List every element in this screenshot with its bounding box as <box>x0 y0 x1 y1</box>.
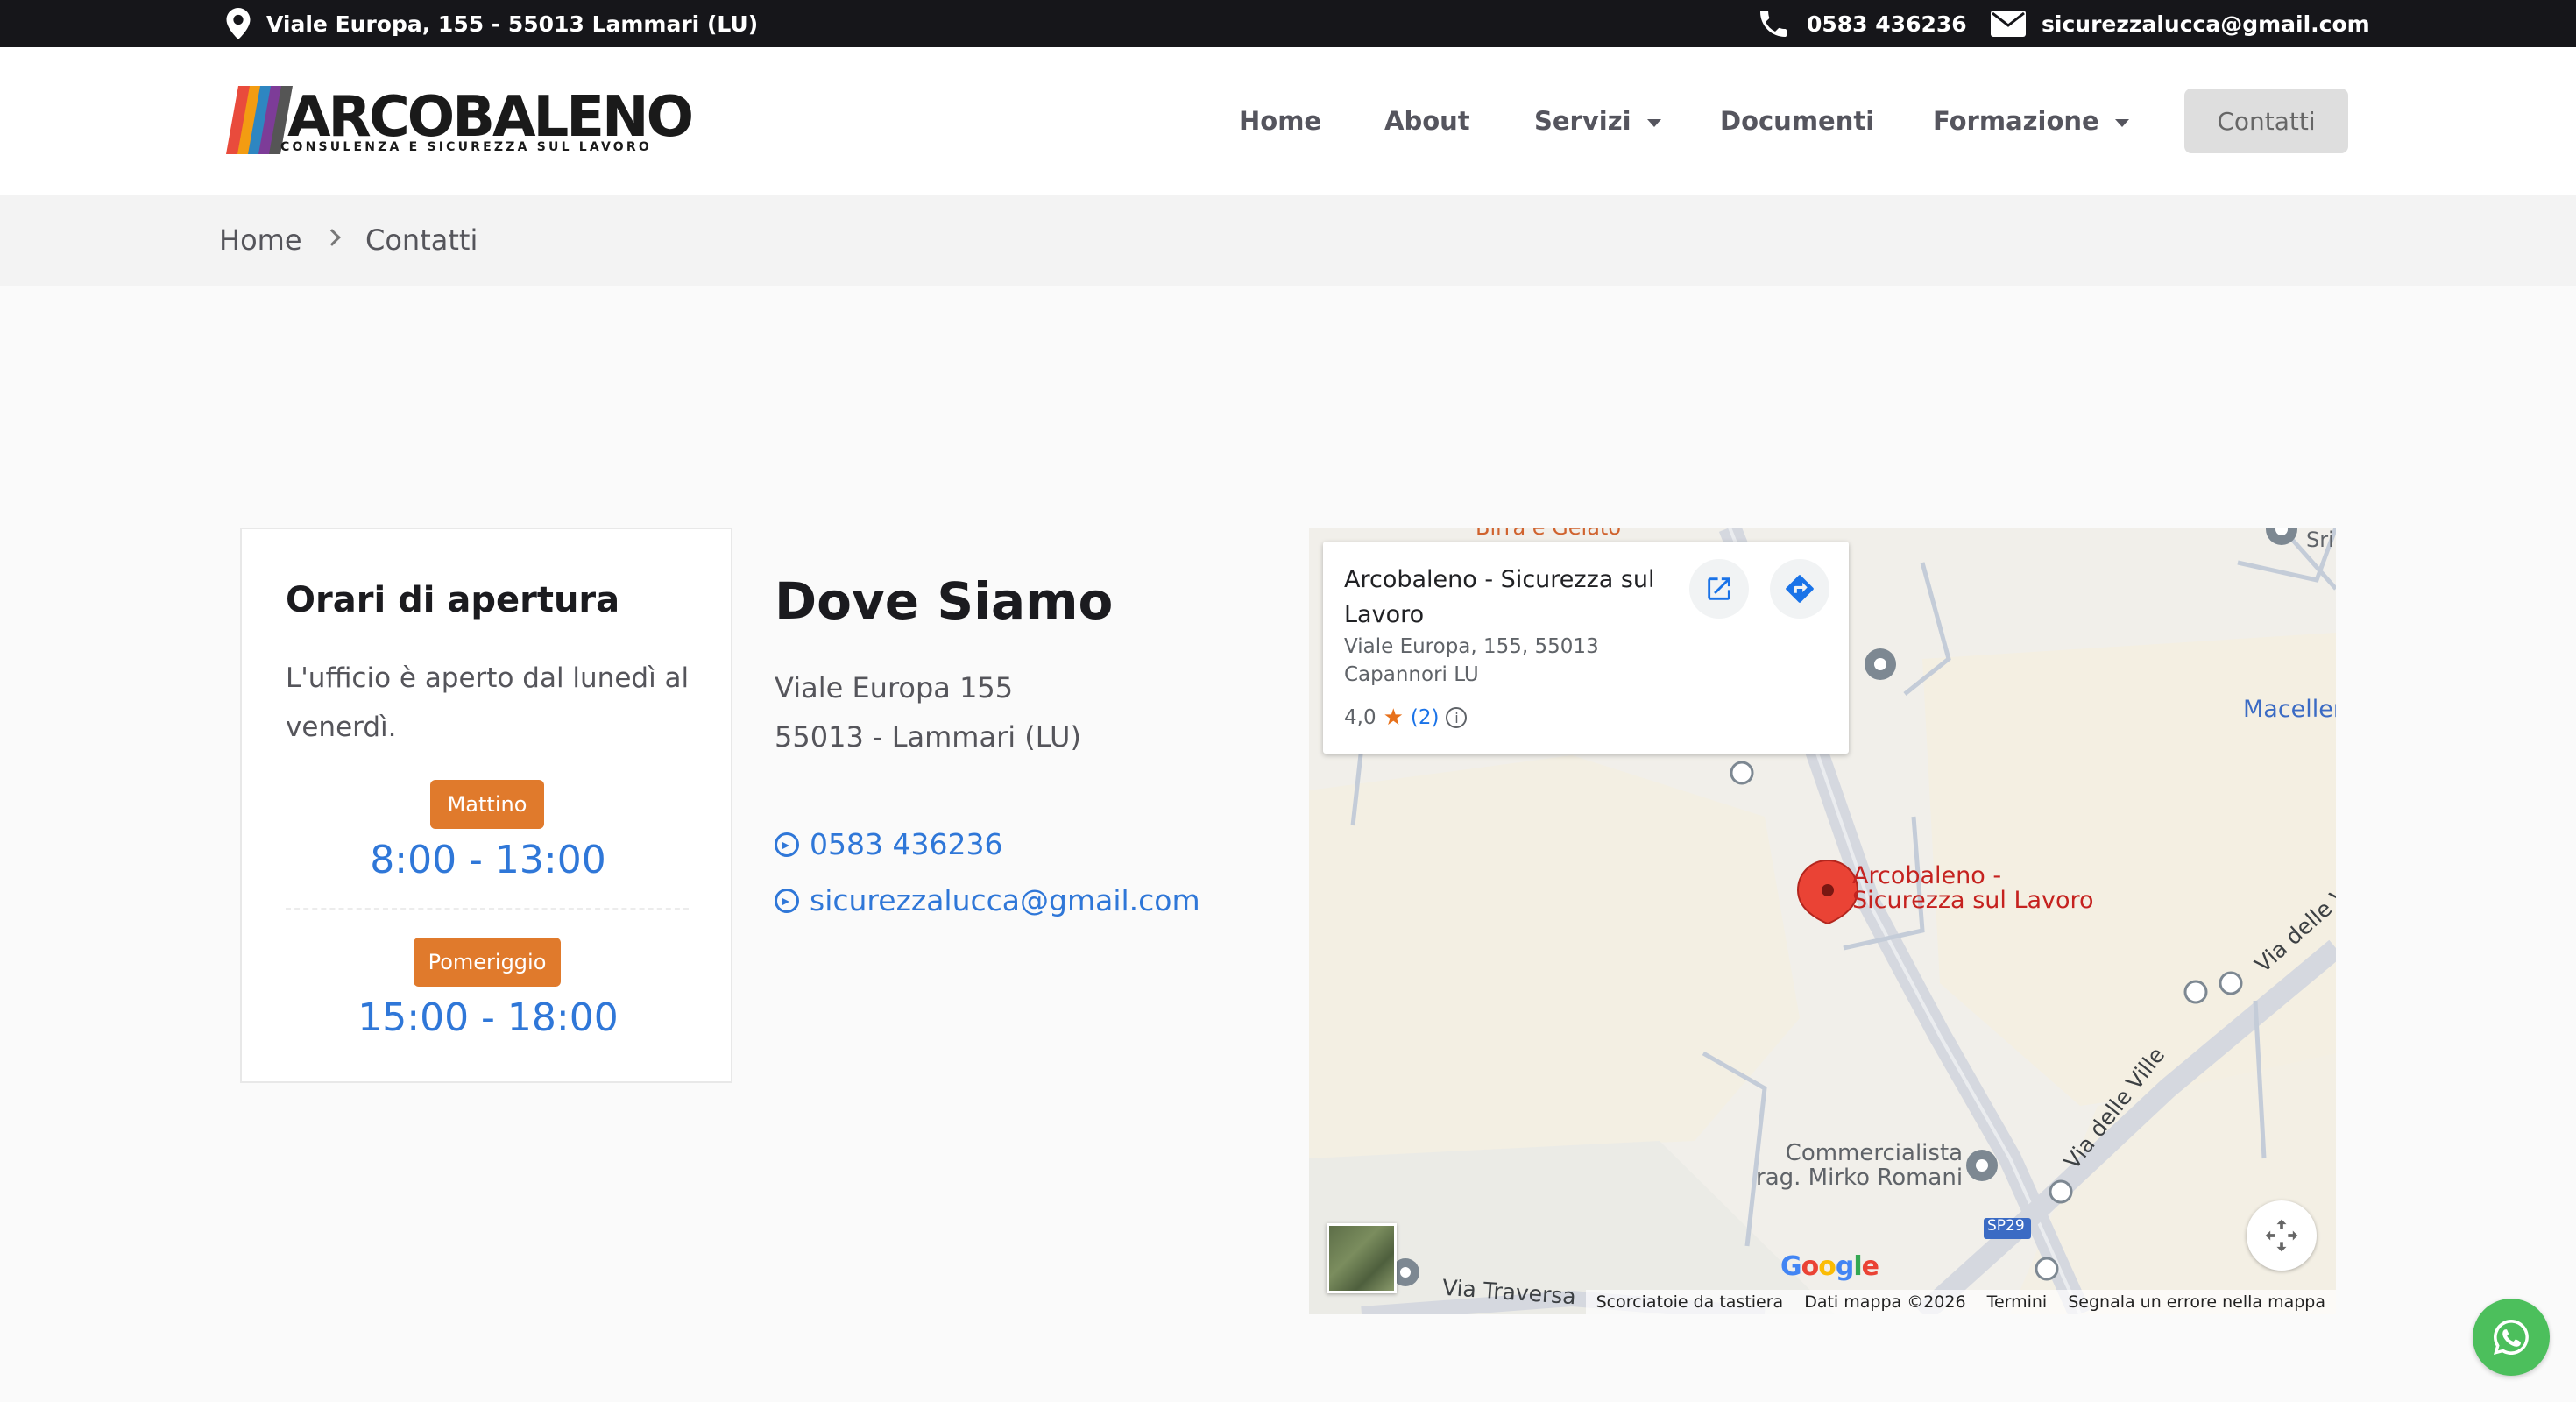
location-street: Viale Europa 155 <box>775 671 1014 705</box>
nav-documenti[interactable]: Documenti <box>1720 47 1874 195</box>
poi-macelleria[interactable]: Maceller <box>2243 696 2336 723</box>
nav-servizi-label: Servizi <box>1534 106 1631 136</box>
nav-formazione[interactable]: Formazione <box>1933 47 2129 195</box>
morning-time: 8:00 - 13:00 <box>370 838 606 882</box>
marker-label-line2: Sicurezza sul Lavoro <box>1852 887 2094 914</box>
topbar-address: Viale Europa, 155 - 55013 Lammari (LU) <box>226 0 758 47</box>
marker-label: Arcobaleno - Sicurezza sul Lavoro <box>1852 864 2094 913</box>
info-icon[interactable]: i <box>1446 707 1468 728</box>
chevron-down-icon <box>1646 118 1661 127</box>
marker-label-line1: Arcobaleno - <box>1852 862 2002 889</box>
google-logo: Google <box>1780 1251 1879 1282</box>
topbar-address-text: Viale Europa, 155 - 55013 Lammari (LU) <box>266 11 759 37</box>
breadcrumb: Home Contatti <box>0 195 2576 286</box>
location-email-text: sicurezzalucca@gmail.com <box>810 883 1200 917</box>
nav-about[interactable]: About <box>1384 47 1470 195</box>
directions-button[interactable] <box>1770 559 1829 619</box>
road-sign-sp29: SP29 <box>1987 1217 2025 1235</box>
hours-description: L'ufficio è aperto dal lunedì al venerdì… <box>286 662 690 743</box>
nav-about-label: About <box>1384 106 1470 136</box>
afternoon-badge: Pomeriggio <box>414 938 561 987</box>
star-icon: ★ <box>1383 705 1404 731</box>
topbar-phone[interactable]: 0583 436236 <box>1756 0 1967 47</box>
arrow-circle-icon <box>775 832 799 857</box>
satellite-toggle[interactable] <box>1327 1223 1397 1293</box>
whatsapp-icon <box>2494 1320 2529 1355</box>
fullscreen-button[interactable] <box>2247 1200 2317 1271</box>
breadcrumb-current: Contatti <box>365 223 478 257</box>
open-in-maps-button[interactable] <box>1689 559 1749 619</box>
location-email-link[interactable]: sicurezzalucca@gmail.com <box>775 883 1200 917</box>
poi-commercialista[interactable]: Commercialista rag. Mirko Romani <box>1756 1141 1963 1190</box>
phone-icon <box>1760 11 1787 37</box>
location-phone-text: 0583 436236 <box>810 827 1003 861</box>
review-count-link[interactable]: (2) <box>1411 706 1440 729</box>
hours-divider <box>286 908 689 910</box>
envelope-icon <box>1991 11 2026 37</box>
afternoon-time: 15:00 - 18:00 <box>357 995 619 1040</box>
nav-home[interactable]: Home <box>1239 47 1321 195</box>
opening-hours-card: Orari di apertura L'ufficio è aperto dal… <box>240 528 732 1083</box>
nav-documenti-label: Documenti <box>1720 106 1875 136</box>
nav-servizi[interactable]: Servizi <box>1534 47 1661 195</box>
poi-commercialista-line1: Commercialista <box>1785 1140 1964 1166</box>
place-address: Viale Europa, 155, 55013 Capannori LU <box>1344 635 1599 686</box>
place-rating: 4,0 ★ (2) i <box>1344 705 1468 731</box>
contatti-button[interactable]: Contatti <box>2184 89 2348 153</box>
top-info-bar: Viale Europa, 155 - 55013 Lammari (LU) 0… <box>0 0 2576 47</box>
location-phone-link[interactable]: 0583 436236 <box>775 827 1002 861</box>
report-error-link[interactable]: Segnala un errore nella mappa <box>2068 1292 2325 1312</box>
nav-home-label: Home <box>1239 106 1322 136</box>
page: Viale Europa, 155 - 55013 Lammari (LU) 0… <box>0 0 2576 1402</box>
map-data-text: Dati mappa ©2026 <box>1804 1292 1966 1312</box>
nav-formazione-label: Formazione <box>1933 106 2099 136</box>
fullscreen-icon <box>2265 1219 2298 1252</box>
directions-icon <box>1786 575 1814 603</box>
chevron-down-icon <box>2114 118 2129 127</box>
morning-badge: Mattino <box>430 780 544 829</box>
google-map[interactable]: Arcobaleno - Sicurezza sul Lavoro Viale … <box>1309 528 2336 1314</box>
breadcrumb-home[interactable]: Home <box>219 195 302 286</box>
location-title: Dove Siamo <box>775 571 1114 631</box>
hours-title: Orari di apertura <box>286 580 620 620</box>
terms-link[interactable]: Termini <box>1987 1292 2048 1312</box>
poi-birra-gelato[interactable]: Birra e Gelato <box>1476 528 1621 540</box>
place-info-window: Arcobaleno - Sicurezza sul Lavoro Viale … <box>1323 542 1849 754</box>
map-pin-icon <box>226 8 251 39</box>
topbar-email-text: sicurezzalucca@gmail.com <box>2042 11 2370 37</box>
place-name: Arcobaleno - Sicurezza sul Lavoro <box>1344 566 1655 628</box>
whatsapp-button[interactable] <box>2473 1299 2550 1376</box>
poi-commercialista-line2: rag. Mirko Romani <box>1756 1165 1964 1191</box>
arrow-circle-icon <box>775 888 799 913</box>
rating-value: 4,0 <box>1344 706 1376 729</box>
map-attribution: Scorciatoie da tastiera Dati mappa ©2026… <box>1585 1290 2336 1314</box>
location-city: 55013 - Lammari (LU) <box>775 720 1081 754</box>
external-link-icon <box>1708 577 1730 600</box>
topbar-phone-text: 0583 436236 <box>1807 11 1967 37</box>
keyboard-shortcuts-link[interactable]: Scorciatoie da tastiera <box>1596 1292 1784 1312</box>
topbar-email[interactable]: sicurezzalucca@gmail.com <box>1991 0 2370 47</box>
poi-sri[interactable]: Sri <box>2306 528 2334 552</box>
